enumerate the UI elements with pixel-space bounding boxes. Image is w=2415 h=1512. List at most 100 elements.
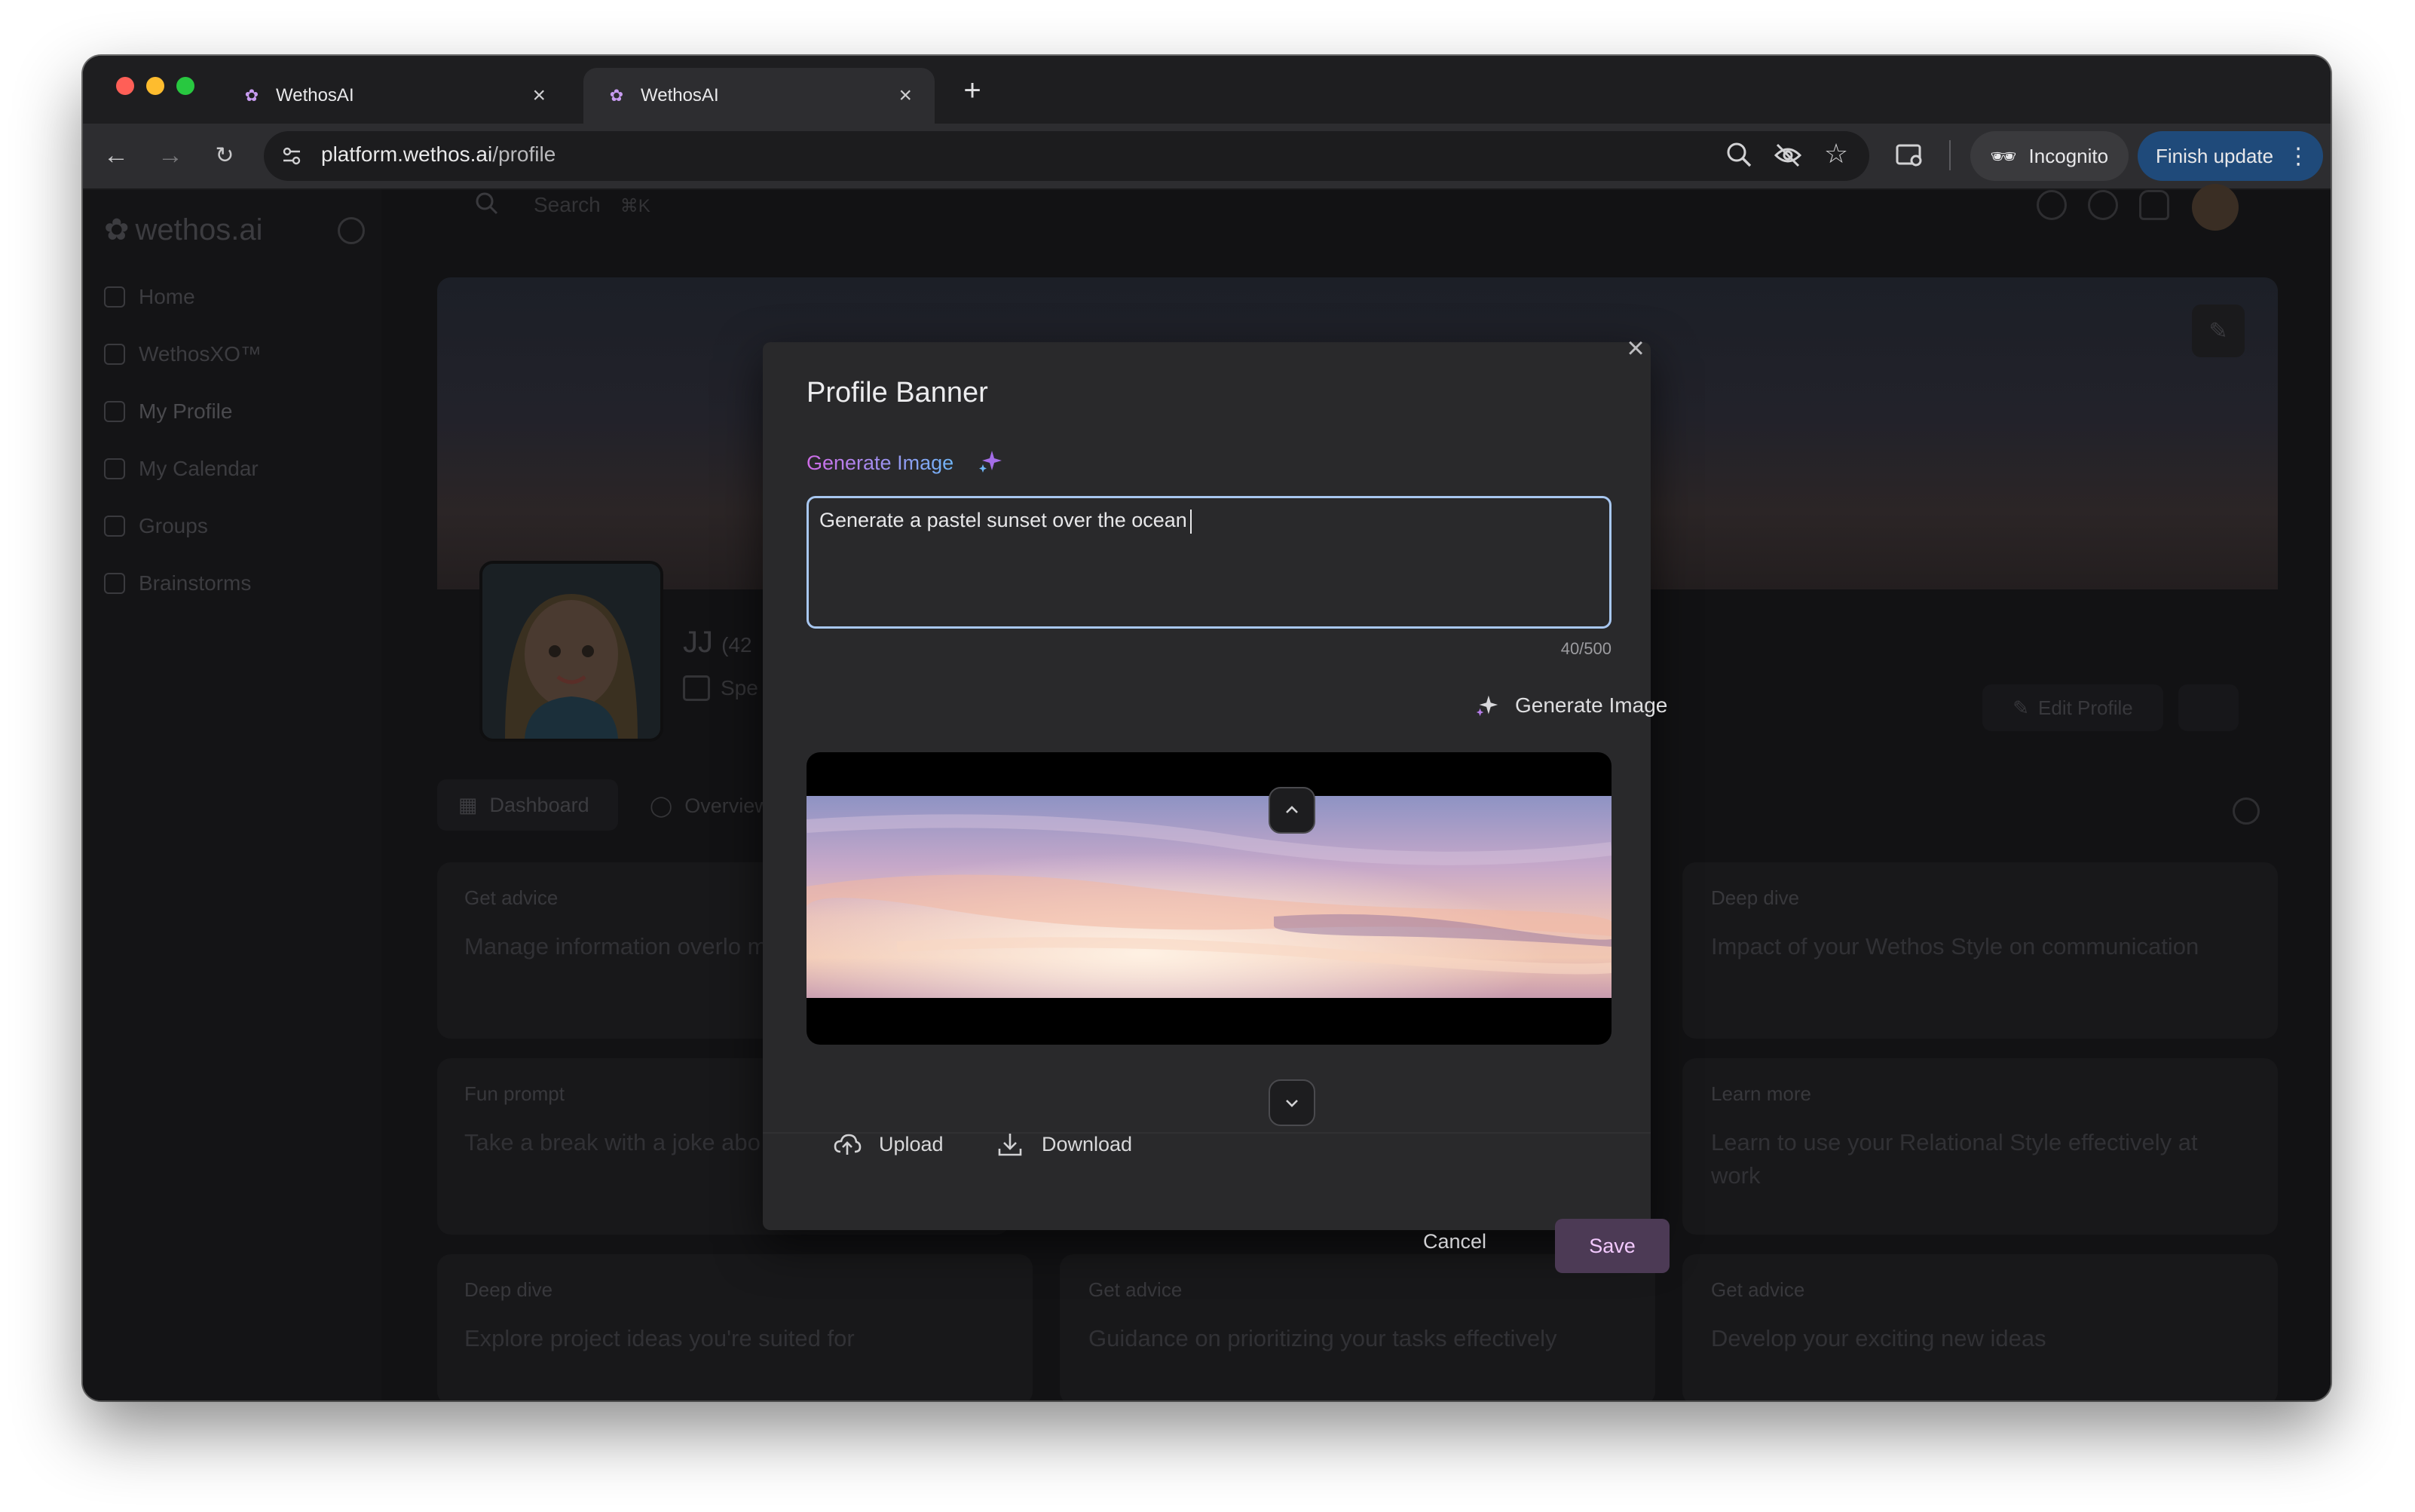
eye-off-icon[interactable] (1771, 139, 1804, 172)
card-text: Impact of your Wethos Style on communica… (1711, 933, 2199, 960)
card-tag: Get advice (464, 886, 559, 909)
bell-icon[interactable] (2139, 190, 2169, 220)
tab-overview[interactable]: ◯ Overview (650, 794, 770, 818)
minimize-window-button[interactable] (146, 77, 164, 95)
download-label: Download (1042, 1132, 1133, 1155)
card-text: Develop your exciting new ideas (1711, 1325, 2046, 1351)
sparkle-icon (1476, 695, 1498, 717)
download-icon (998, 1134, 1022, 1156)
edit-profile-label: Edit Profile (2038, 696, 2133, 719)
edit-profile-button[interactable]: ✎ Edit Profile (1982, 684, 2163, 731)
card-text: Learn to use your Relational Style effec… (1711, 1129, 2198, 1189)
modal-divider (763, 1132, 1651, 1134)
text-caret (1189, 509, 1192, 534)
prompt-text: Generate a pastel sunset over the ocean (819, 509, 1187, 531)
moon-icon[interactable] (2037, 190, 2067, 220)
cancel-button[interactable]: Cancel (1394, 1215, 1515, 1268)
user-icon (104, 401, 125, 422)
tab-label: Dashboard (489, 793, 589, 816)
collapse-sidebar-icon[interactable] (338, 217, 365, 244)
bulb-icon (104, 573, 125, 594)
scroll-down-button[interactable] (1269, 1079, 1315, 1126)
close-tab-icon[interactable]: × (532, 83, 546, 109)
incognito-badge[interactable]: 🕶 Incognito (1970, 131, 2129, 181)
groups-icon (104, 516, 125, 537)
url-text: platform.wethos.ai/profile (321, 142, 556, 166)
sparkle-icon (977, 448, 1004, 475)
profile-avatar[interactable] (479, 561, 663, 742)
tab-title: WethosAI (641, 85, 719, 106)
edit-banner-pencil-icon[interactable]: ✎ (2192, 305, 2245, 357)
card-text: Explore project ideas you're suited for (464, 1325, 855, 1351)
calendar-icon (104, 458, 125, 479)
card-tag: Learn more (1711, 1082, 1811, 1105)
browser-tab-2-active[interactable]: ✿ WethosAI × (583, 68, 935, 124)
incognito-icon: 🕶 (1990, 144, 2017, 168)
toolbar-separator (1949, 140, 1951, 170)
zoom-icon[interactable] (1723, 139, 1756, 172)
sidebar-item-label: My Calendar (139, 457, 259, 480)
pencil-icon: ✎ (2012, 696, 2030, 719)
alarm-icon[interactable] (2088, 190, 2118, 220)
sidebar-item-label: My Profile (139, 399, 233, 423)
upload-label: Upload (879, 1132, 944, 1155)
generate-image-button-label: Generate Image (1515, 693, 1668, 717)
sunset-image (807, 796, 1612, 998)
site-settings-icon[interactable] (280, 145, 303, 167)
tab-dashboard[interactable]: ▦ Dashboard (437, 779, 618, 831)
tab-search-icon[interactable] (1893, 139, 1927, 172)
wethos-logo[interactable]: ✿ wethos.ai (104, 213, 263, 247)
tab-label: Overview (684, 794, 770, 817)
card-tag: Deep dive (464, 1278, 553, 1301)
forward-arrow-icon[interactable]: → (152, 137, 188, 173)
maximize-window-button[interactable] (176, 77, 194, 95)
back-arrow-icon[interactable]: ← (98, 137, 134, 173)
character-counter: 40/500 (1560, 639, 1612, 658)
scroll-up-button[interactable] (1269, 787, 1315, 834)
sidebar-item-label: Home (139, 285, 195, 308)
upload-button[interactable]: Upload (832, 1123, 944, 1165)
bookmark-star-icon[interactable]: ☆ (1818, 136, 1854, 172)
close-tab-icon[interactable]: × (898, 83, 912, 109)
sidebar-item-label: Brainstorms (139, 571, 252, 595)
id-card-icon (683, 675, 710, 701)
browser-window: ✿ WethosAI × ✿ WethosAI × + ← → ↻ platfo… (83, 56, 2331, 1400)
sidebar-item-label: WethosXO™ (139, 342, 262, 366)
finish-update-button[interactable]: Finish update ⋮ (2138, 131, 2323, 181)
save-button[interactable]: Save (1555, 1219, 1670, 1273)
download-button[interactable]: Download (995, 1123, 1132, 1165)
logo-text: wethos.ai (135, 213, 263, 246)
card-text: Guidance on prioritizing your tasks effe… (1088, 1325, 1557, 1351)
generate-image-button[interactable]: Generate Image (1474, 684, 1667, 727)
cloud-upload-icon (834, 1134, 862, 1155)
refresh-icon[interactable] (2233, 797, 2260, 825)
incognito-label: Incognito (2028, 144, 2109, 167)
user-avatar[interactable] (2192, 184, 2239, 231)
modal-title: Profile Banner (807, 377, 988, 409)
browser-tab-1[interactable]: ✿ WethosAI × (219, 68, 568, 124)
sidebar-item-my-calendar[interactable]: My Calendar (104, 457, 259, 481)
search-icon (473, 190, 500, 217)
xo-icon (104, 344, 125, 365)
person-icon: ◯ (650, 794, 673, 817)
profile-name: JJ (42 (683, 626, 752, 659)
card-tag: Fun prompt (464, 1082, 565, 1105)
close-window-button[interactable] (116, 77, 134, 95)
reload-icon[interactable]: ↻ (207, 137, 243, 173)
sidebar-item-home[interactable]: Home (104, 285, 195, 309)
prompt-textarea[interactable]: Generate a pastel sunset over the ocean (807, 496, 1612, 629)
chevron-down-icon (1286, 1100, 1298, 1107)
sidebar-item-wethosxo[interactable]: WethosXO™ (104, 342, 262, 366)
sidebar-item-groups[interactable]: Groups (104, 514, 208, 538)
close-modal-icon[interactable]: × (1622, 332, 1649, 365)
finish-update-label: Finish update (2156, 144, 2274, 167)
sidebar-item-brainstorms[interactable]: Brainstorms (104, 571, 251, 595)
search-input[interactable]: Search ⌘K (534, 193, 650, 217)
new-tab-button[interactable]: + (950, 68, 995, 113)
tab-title: WethosAI (276, 85, 354, 106)
pdf-export-button[interactable] (2178, 684, 2239, 731)
card-tag: Get advice (1088, 1278, 1183, 1301)
chevron-up-icon (1286, 806, 1298, 813)
wethos-favicon-icon: ✿ (244, 86, 259, 105)
sidebar-item-my-profile[interactable]: My Profile (104, 399, 232, 424)
